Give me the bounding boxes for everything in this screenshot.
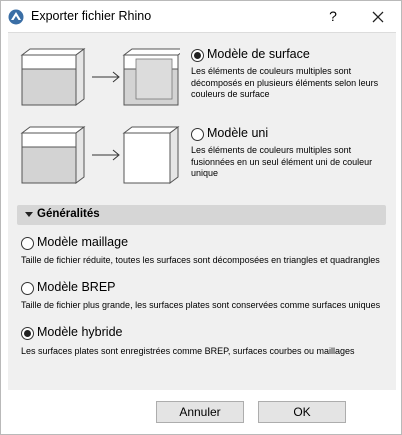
hybrid-model-description: Les surfaces plates sont enregistrées co… <box>21 346 355 356</box>
uni-model-radio[interactable] <box>191 128 204 141</box>
surface-model-radio[interactable] <box>191 49 204 62</box>
close-icon[interactable] <box>367 6 389 28</box>
mesh-model-description: Taille de fichier réduite, toutes les su… <box>21 255 380 265</box>
surface-model-illustration <box>20 48 180 106</box>
surface-model-description: Les éléments de couleurs multiples sont … <box>191 66 379 99</box>
brep-model-description: Taille de fichier plus grande, les surfa… <box>21 300 381 310</box>
cancel-button[interactable]: Annuler <box>156 401 244 423</box>
uni-model-label: Modèle uni <box>207 126 269 140</box>
app-logo-icon <box>8 9 24 25</box>
brep-model-radio[interactable] <box>21 282 34 295</box>
collapse-arrow-icon <box>25 212 33 217</box>
general-section-header[interactable]: Généralités <box>17 205 386 225</box>
brep-model-label: Modèle BREP <box>37 280 116 294</box>
uni-model-illustration <box>20 126 180 184</box>
window-title: Exporter fichier Rhino <box>31 9 152 23</box>
title-bar: Exporter fichier Rhino ? <box>1 1 401 32</box>
uni-model-description: Les éléments de couleurs multiples sont … <box>191 145 373 178</box>
hybrid-model-radio[interactable] <box>21 327 34 340</box>
help-button[interactable]: ? <box>321 5 345 27</box>
surface-model-label: Modèle de surface <box>207 47 310 61</box>
ok-button[interactable]: OK <box>258 401 346 423</box>
hybrid-model-label: Modèle hybride <box>37 325 123 339</box>
mesh-model-radio[interactable] <box>21 237 34 250</box>
mesh-model-label: Modèle maillage <box>37 235 129 249</box>
options-panel: Modèle de surface Les éléments de couleu… <box>8 32 396 390</box>
export-rhino-dialog: Exporter fichier Rhino ? Modèle de surfa… <box>0 0 402 435</box>
section-title: Généralités <box>37 208 100 220</box>
